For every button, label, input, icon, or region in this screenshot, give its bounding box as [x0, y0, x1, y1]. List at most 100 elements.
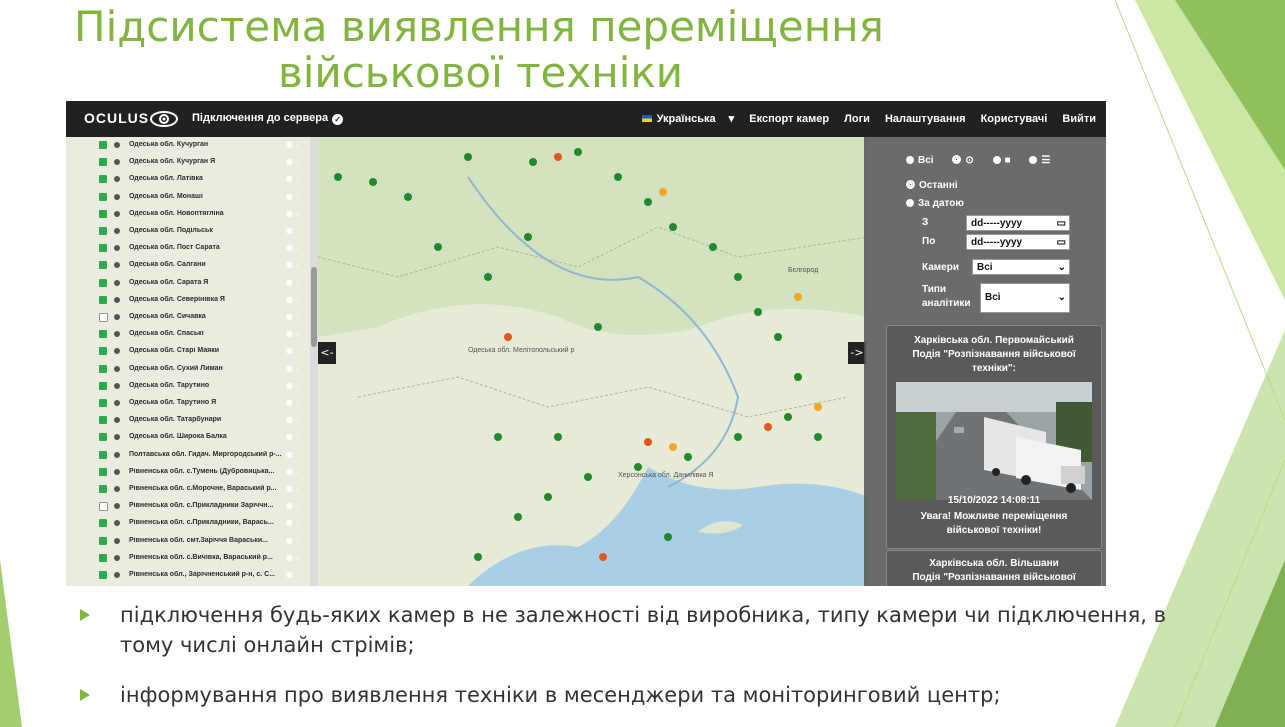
download-icon[interactable]: ↓ — [293, 278, 299, 287]
radio-latest[interactable]: Останні — [906, 180, 958, 191]
camera-list-item[interactable]: Одеська обл. Сарата Я ◉ ↓ — [66, 275, 310, 292]
map-view[interactable]: Одеська обл. Мелітопольський р Херсонськ… — [318, 137, 868, 586]
eye-icon[interactable]: ◉ — [286, 398, 293, 407]
eye-icon[interactable]: ◉ — [286, 157, 293, 166]
nav-users[interactable]: Користувачі — [981, 113, 1048, 125]
camera-list-item[interactable]: Одеська обл. Подільськ ◉ ↓ — [66, 223, 310, 240]
event-card[interactable]: Харківська обл. Вільшани Подія "Розпізна… — [886, 550, 1102, 586]
camera-list-item[interactable]: Одеська обл. Латівка ◉ ↓ — [66, 171, 310, 188]
eye-icon[interactable]: ◉ — [286, 501, 293, 510]
camera-checkbox[interactable] — [99, 313, 108, 322]
camera-checkbox[interactable] — [99, 295, 107, 304]
radio-all[interactable]: Всі — [906, 155, 934, 166]
eye-icon[interactable]: ◉ — [286, 243, 293, 252]
camera-checkbox[interactable] — [99, 399, 107, 407]
camera-list-scrollbar[interactable] — [310, 137, 318, 586]
camera-checkbox[interactable] — [99, 485, 107, 493]
camera-list-item[interactable]: Одеська обл. Татарбунари ◉ ↓ — [66, 412, 310, 429]
eye-icon[interactable]: ◉ — [286, 570, 293, 579]
brand-logo[interactable]: OCULUS — [84, 110, 149, 126]
camera-checkbox[interactable] — [99, 519, 107, 528]
camera-list-item[interactable]: Одеська обл. Салгани ◉ ↓ — [66, 257, 310, 274]
nav-logs[interactable]: Логи — [844, 113, 870, 125]
eye-icon[interactable]: ◉ — [286, 192, 293, 201]
eye-icon[interactable]: ◉ — [286, 140, 293, 149]
download-icon[interactable]: ↓ — [293, 226, 299, 235]
eye-icon[interactable]: ◉ — [286, 295, 293, 304]
download-icon[interactable]: ↓ — [293, 570, 299, 579]
download-icon[interactable]: ↓ — [293, 140, 299, 149]
eye-icon[interactable]: ◉ — [286, 329, 293, 338]
download-icon[interactable]: ↓ — [293, 329, 299, 338]
camera-list-item[interactable]: Рівненська обл. с.Вичівка, Варaський р..… — [66, 550, 310, 567]
eye-icon[interactable]: ◉ — [286, 209, 293, 218]
camera-checkbox[interactable] — [99, 416, 107, 425]
download-icon[interactable]: ↓ — [293, 501, 299, 510]
eye-icon[interactable]: ◉ — [286, 415, 293, 424]
download-icon[interactable]: ↓ — [293, 398, 299, 407]
download-icon[interactable]: ↓ — [293, 415, 299, 424]
eye-icon[interactable]: ◉ — [286, 278, 293, 287]
camera-list-item[interactable]: Одеська обл. Тарутино ◉ ↓ — [66, 378, 310, 395]
eye-icon[interactable]: ◉ — [286, 174, 293, 183]
download-icon[interactable]: ↓ — [293, 295, 299, 304]
camera-list-item[interactable]: Рівненська обл. смт.Заріччя Варaськи... ◉… — [66, 533, 310, 550]
download-icon[interactable]: ↓ — [293, 243, 299, 252]
camera-checkbox[interactable] — [99, 571, 107, 579]
camera-list-item[interactable]: Одеська обл. Северінівка Я ◉ ↓ — [66, 292, 310, 309]
camera-checkbox[interactable] — [99, 209, 107, 218]
eye-icon[interactable]: ◉ — [286, 536, 293, 545]
camera-checkbox[interactable] — [99, 433, 107, 442]
eye-icon[interactable]: ◉ — [286, 553, 293, 562]
download-icon[interactable]: ↓ — [293, 432, 299, 441]
camera-checkbox[interactable] — [99, 553, 107, 562]
eye-icon[interactable]: ◉ — [286, 450, 293, 459]
camera-list-item[interactable]: Рівненська обл., Зарічненський р-н, с. С… — [66, 567, 310, 584]
camera-list-item[interactable]: Рівненська обл. с.Прикладники Заріччн...… — [66, 498, 310, 515]
eye-icon[interactable]: ◉ — [286, 346, 293, 355]
eye-icon[interactable]: ◉ — [286, 381, 293, 390]
download-icon[interactable]: ↓ — [293, 192, 299, 201]
nav-logout[interactable]: Вийти — [1062, 113, 1096, 125]
nav-export-cameras[interactable]: Експорт камер — [749, 113, 829, 125]
download-icon[interactable]: ↓ — [293, 553, 299, 562]
camera-list-item[interactable]: Одеська обл. Кучурган Я ◉ ↓ — [66, 154, 310, 171]
download-icon[interactable]: ↓ — [293, 467, 299, 476]
camera-list-item[interactable]: Одеська обл. Сухий Лиман ◉ ↓ — [66, 361, 310, 378]
download-icon[interactable]: ↓ — [293, 484, 299, 493]
cameras-select[interactable]: Всі ⌄ — [972, 259, 1070, 275]
download-icon[interactable]: ↓ — [293, 312, 299, 321]
eye-icon[interactable]: ◉ — [286, 484, 293, 493]
download-icon[interactable]: ↓ — [293, 209, 299, 218]
camera-checkbox[interactable] — [99, 381, 107, 390]
camera-list-item[interactable]: Рівненська обл. с.Тумень (Дубровицька...… — [66, 464, 310, 481]
collapse-left-button[interactable]: <- — [318, 342, 336, 364]
nav-settings[interactable]: Налаштування — [885, 113, 966, 125]
language-select[interactable]: Українська ▾ — [641, 113, 734, 125]
scrollbar-thumb[interactable] — [311, 267, 317, 347]
camera-checkbox[interactable] — [99, 347, 107, 356]
camera-list-item[interactable]: Одеська обл. Кучурган ◉ ↓ — [66, 137, 310, 154]
camera-checkbox[interactable] — [99, 467, 107, 476]
eye-icon[interactable]: ◉ — [286, 312, 293, 321]
camera-list-item[interactable]: Одеська обл. Широка Балка ◉ ↓ — [66, 429, 310, 446]
download-icon[interactable]: ↓ — [293, 536, 299, 545]
camera-checkbox[interactable] — [99, 192, 107, 201]
camera-list-item[interactable]: Одеська обл. Тарутино Я ◉ ↓ — [66, 395, 310, 412]
event-card[interactable]: Харківська обл. Первомайський Подія "Роз… — [886, 325, 1102, 549]
download-icon[interactable]: ↓ — [293, 346, 299, 355]
camera-checkbox[interactable] — [99, 141, 107, 149]
camera-list-item[interactable]: Одеська обл. Пост Сарата ◉ ↓ — [66, 240, 310, 257]
camera-list-item[interactable]: Полтавська обл. Гидач. Миргородський р-.… — [66, 447, 310, 464]
camera-checkbox[interactable] — [99, 158, 107, 167]
analytics-select[interactable]: Всі ⌄ — [980, 283, 1070, 313]
from-date-input[interactable]: dd-----yyyy ▭ — [966, 215, 1070, 231]
camera-list-item[interactable]: Одеська обл. Старі Маяки ◉ ↓ — [66, 343, 310, 360]
camera-checkbox[interactable] — [99, 364, 107, 373]
eye-icon[interactable]: ◉ — [286, 518, 293, 527]
camera-checkbox[interactable] — [99, 536, 107, 545]
camera-checkbox[interactable] — [99, 278, 107, 287]
camera-checkbox[interactable] — [99, 244, 107, 253]
camera-list-item[interactable]: Одеська обл. Монаші ◉ ↓ — [66, 189, 310, 206]
camera-list-item[interactable]: Рівненська обл. с.Морочне, Варaський р..… — [66, 481, 310, 498]
